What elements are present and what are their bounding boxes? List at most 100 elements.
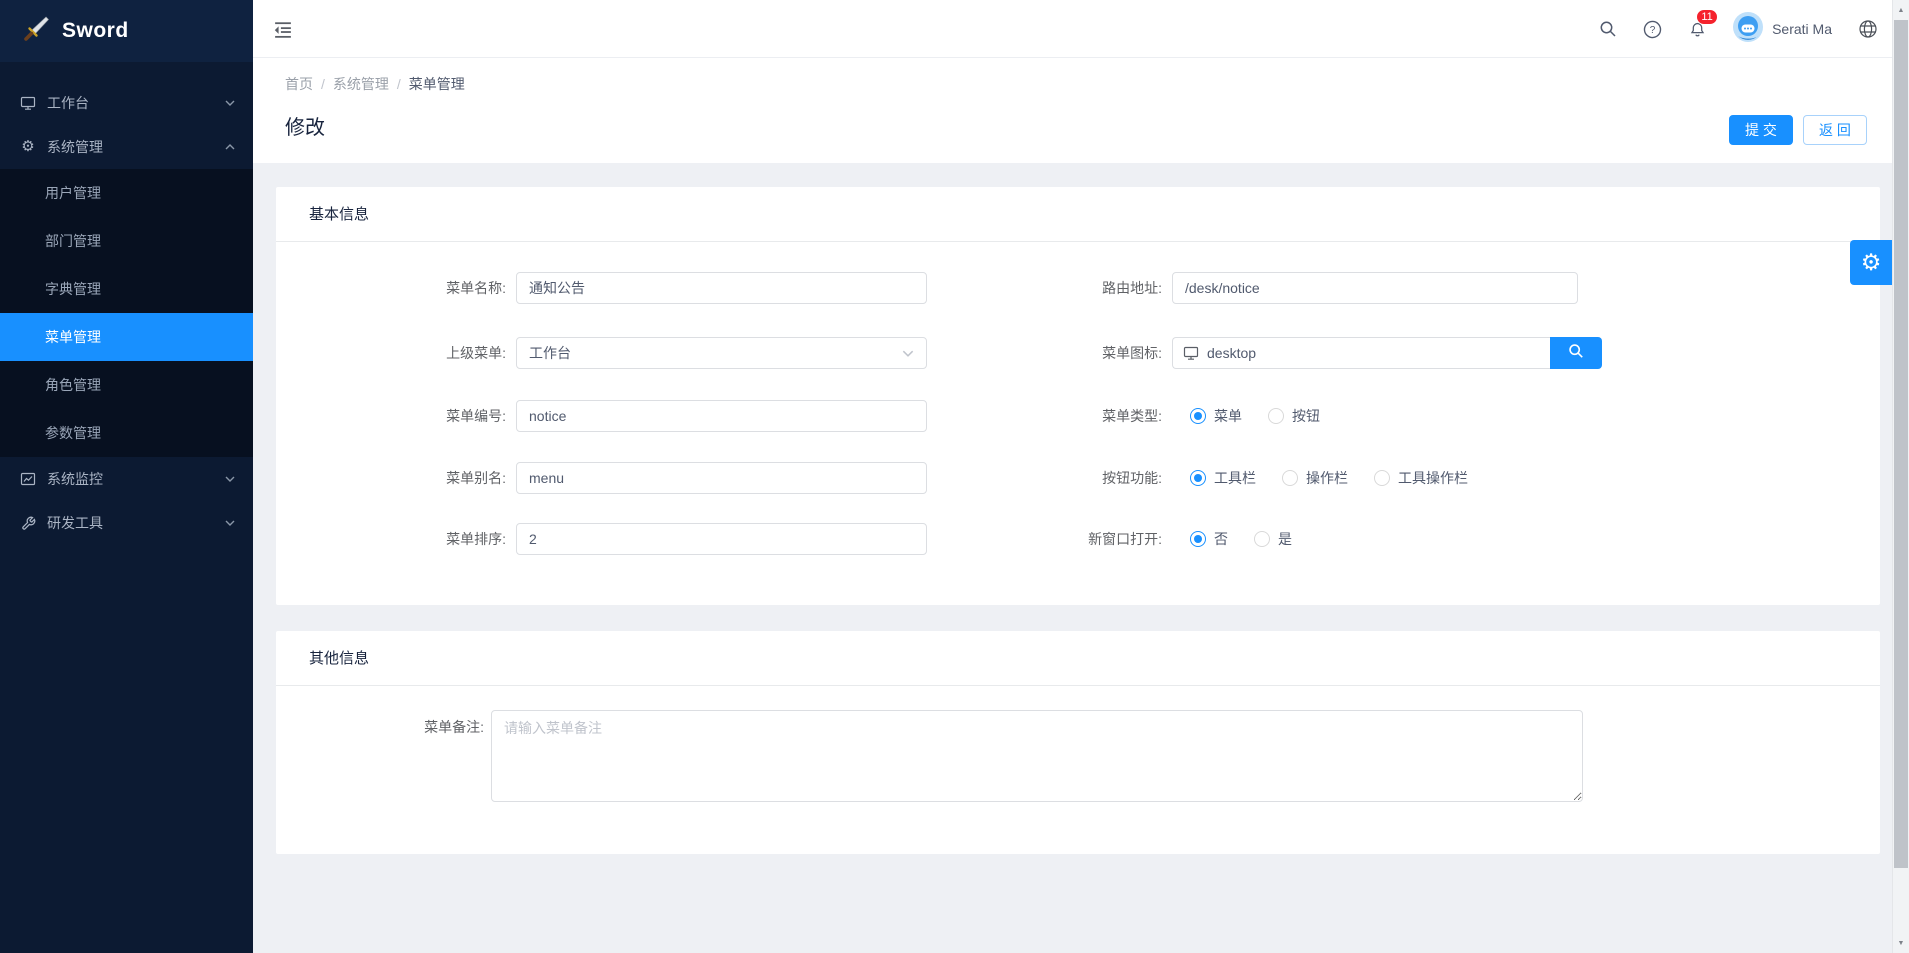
sidebar-item-system-mgmt[interactable]: ⚙ 系统管理	[0, 125, 253, 169]
menu-name-item: 菜单名称:	[386, 272, 927, 304]
menu-alias-label: 菜单别名:	[386, 462, 506, 494]
icon-search-button[interactable]	[1550, 337, 1602, 369]
breadcrumb-separator: /	[397, 76, 401, 92]
username: Serati Ma	[1772, 21, 1832, 37]
radio-label: 按钮	[1292, 406, 1320, 426]
svg-text:?: ?	[1650, 25, 1656, 36]
menu-code-label: 菜单编号:	[386, 400, 506, 432]
system-mgmt-submenu: 用户管理 部门管理 字典管理 菜单管理 角色管理 参数管理	[0, 169, 253, 457]
menu-icon-input[interactable]: desktop	[1172, 337, 1550, 369]
parent-menu-value: 工作台	[529, 343, 902, 363]
menu-icon-input-group: desktop	[1172, 337, 1602, 369]
scroll-down-arrow-icon[interactable]: ▼	[1893, 935, 1909, 951]
gear-icon: ⚙	[1861, 249, 1882, 276]
radio-tool-action-bar[interactable]: 工具操作栏	[1374, 468, 1468, 488]
radio-unselected-icon	[1282, 470, 1298, 486]
page-header: 首页 / 系统管理 / 菜单管理 修改 提 交 返 回	[253, 58, 1892, 163]
button-func-label: 按钮功能:	[1070, 462, 1162, 494]
submit-button[interactable]: 提 交	[1729, 115, 1793, 145]
breadcrumb-separator: /	[321, 76, 325, 92]
language-globe-icon[interactable]	[1858, 19, 1878, 39]
scroll-up-arrow-icon[interactable]: ▲	[1893, 2, 1909, 18]
parent-menu-select[interactable]: 工作台	[516, 337, 927, 369]
theme-settings-button[interactable]: ⚙	[1850, 240, 1892, 285]
app-logo[interactable]: Sword	[0, 0, 253, 62]
sidebar-item-dept-mgmt[interactable]: 部门管理	[0, 217, 253, 265]
menu-type-label: 菜单类型:	[1070, 400, 1162, 432]
avatar	[1733, 12, 1763, 47]
sidebar-item-dev-tools[interactable]: 研发工具	[0, 501, 253, 545]
menu-name-label: 菜单名称:	[386, 272, 506, 304]
chevron-down-icon	[225, 100, 235, 106]
sword-logo-icon	[22, 15, 50, 48]
sidebar-item-user-mgmt[interactable]: 用户管理	[0, 169, 253, 217]
radio-new-window-no[interactable]: 否	[1190, 529, 1228, 549]
menu-icon-label: 菜单图标:	[1070, 337, 1162, 369]
button-func-item: 按钮功能: 工具栏 操作栏 工具操作栏	[1070, 462, 1468, 494]
notification-badge: 11	[1696, 9, 1718, 25]
gear-icon: ⚙	[20, 139, 36, 155]
radio-selected-icon	[1190, 531, 1206, 547]
other-info-card: 其他信息 菜单备注:	[276, 631, 1880, 854]
sidebar-item-label: 系统管理	[47, 137, 225, 157]
sidebar-item-param-mgmt[interactable]: 参数管理	[0, 409, 253, 457]
radio-label: 工具栏	[1214, 468, 1256, 488]
sidebar-item-system-monitor[interactable]: 系统监控	[0, 457, 253, 501]
sidebar-item-workbench[interactable]: 工作台	[0, 81, 253, 125]
route-path-input[interactable]	[1172, 272, 1578, 304]
sidebar-item-label: 研发工具	[47, 513, 225, 533]
breadcrumb-home[interactable]: 首页	[285, 74, 313, 94]
wrench-icon	[20, 515, 36, 531]
desktop-icon	[20, 95, 36, 111]
sidebar-item-label: 系统监控	[47, 469, 225, 489]
menu-name-input[interactable]	[516, 272, 927, 304]
radio-label: 否	[1214, 529, 1228, 549]
basic-info-card: 基本信息 菜单名称: 路由地址: 上级菜单: 工作台 菜单图标:	[276, 187, 1880, 605]
radio-unselected-icon	[1268, 408, 1284, 424]
radio-action-bar[interactable]: 操作栏	[1282, 468, 1348, 488]
menu-remark-textarea[interactable]	[491, 710, 1583, 802]
radio-selected-icon	[1190, 470, 1206, 486]
new-window-item: 新窗口打开: 否 是	[1070, 523, 1292, 555]
radio-label: 是	[1278, 529, 1292, 549]
menu-type-item: 菜单类型: 菜单 按钮	[1070, 400, 1320, 432]
menu-icon-item: 菜单图标: desktop	[1070, 337, 1602, 369]
new-window-label: 新窗口打开:	[1070, 523, 1162, 555]
menu-type-radio-group: 菜单 按钮	[1172, 400, 1320, 432]
sidebar-menu: 工作台 ⚙ 系统管理 用户管理 部门管理 字典管理 菜单管理 角色管理 参数管理	[0, 62, 253, 545]
radio-menu-type-button[interactable]: 按钮	[1268, 406, 1320, 426]
menu-alias-input[interactable]	[516, 462, 927, 494]
help-icon[interactable]: ?	[1643, 20, 1662, 39]
menu-fold-button[interactable]	[272, 18, 296, 40]
menu-remark-item: 菜单备注:	[386, 710, 1583, 807]
new-window-radio-group: 否 是	[1172, 523, 1292, 555]
route-path-label: 路由地址:	[1070, 272, 1162, 304]
button-func-radio-group: 工具栏 操作栏 工具操作栏	[1172, 462, 1468, 494]
sidebar-item-role-mgmt[interactable]: 角色管理	[0, 361, 253, 409]
menu-sort-input[interactable]	[516, 523, 927, 555]
sidebar: Sword 工作台 ⚙ 系统管理 用户管理 部门管理 字典管理 菜单管理	[0, 0, 253, 953]
monitor-chart-icon	[20, 471, 36, 487]
vertical-scrollbar[interactable]: ▲ ▼	[1892, 0, 1909, 953]
back-button[interactable]: 返 回	[1803, 115, 1867, 145]
breadcrumb-system-mgmt[interactable]: 系统管理	[333, 74, 389, 94]
notification-bell-icon[interactable]: 11	[1688, 20, 1707, 39]
radio-menu-type-menu[interactable]: 菜单	[1190, 406, 1242, 426]
radio-unselected-icon	[1254, 531, 1270, 547]
radio-new-window-yes[interactable]: 是	[1254, 529, 1292, 549]
breadcrumb: 首页 / 系统管理 / 菜单管理	[285, 74, 1892, 94]
scrollbar-thumb[interactable]	[1894, 20, 1908, 868]
radio-toolbar[interactable]: 工具栏	[1190, 468, 1256, 488]
main-content: 基本信息 菜单名称: 路由地址: 上级菜单: 工作台 菜单图标:	[253, 163, 1892, 953]
page-title: 修改	[285, 111, 1892, 140]
desktop-icon	[1183, 345, 1199, 361]
topbar: ? 11 Serati Ma	[253, 0, 1892, 58]
sidebar-item-dict-mgmt[interactable]: 字典管理	[0, 265, 253, 313]
sidebar-item-label: 工作台	[47, 93, 225, 113]
menu-remark-label: 菜单备注:	[386, 710, 484, 737]
menu-sort-item: 菜单排序:	[386, 523, 927, 555]
user-menu[interactable]: Serati Ma	[1733, 12, 1832, 47]
menu-code-input[interactable]	[516, 400, 927, 432]
sidebar-item-menu-mgmt[interactable]: 菜单管理	[0, 313, 253, 361]
search-icon[interactable]	[1599, 20, 1617, 38]
